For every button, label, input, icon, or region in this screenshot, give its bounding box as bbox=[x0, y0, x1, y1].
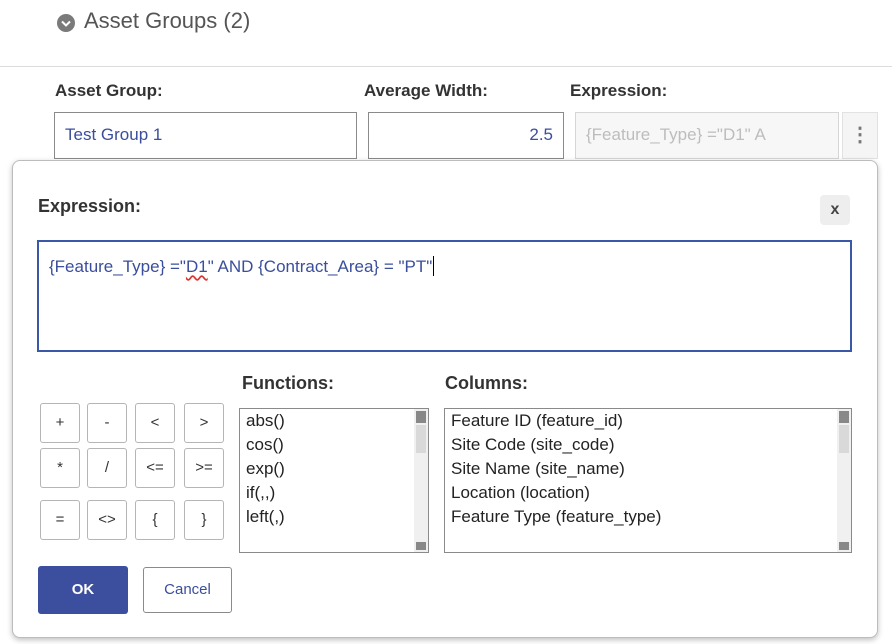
list-item[interactable]: Feature Type (feature_type) bbox=[445, 505, 851, 529]
operator-not-equal-button[interactable]: <> bbox=[87, 500, 127, 540]
average-width-input[interactable]: 2.5 bbox=[368, 112, 564, 159]
list-item[interactable]: exp() bbox=[240, 457, 428, 481]
asset-group-input[interactable]: Test Group 1 bbox=[54, 112, 357, 159]
operator-gte-button[interactable]: >= bbox=[184, 448, 224, 488]
expression-input[interactable]: {Feature_Type} ="D1" A bbox=[575, 112, 839, 159]
scroll-up-arrow[interactable] bbox=[839, 411, 849, 423]
expression-text-end: " AND {Contract_Area} = "PT" bbox=[207, 257, 433, 276]
operator-minus-button[interactable]: - bbox=[87, 403, 127, 443]
expression-dialog bbox=[12, 160, 878, 638]
list-item[interactable]: if(,,) bbox=[240, 481, 428, 505]
columns-label: Columns: bbox=[445, 373, 528, 393]
expression-label: Expression: bbox=[570, 81, 668, 100]
scroll-down-arrow[interactable] bbox=[839, 542, 849, 550]
operator-open-brace-button[interactable]: { bbox=[135, 500, 175, 540]
kebab-menu-icon[interactable]: ⋮ bbox=[842, 112, 878, 159]
list-item[interactable]: Site Code (site_code) bbox=[445, 433, 851, 457]
spellcheck-flagged-word: D1 bbox=[185, 257, 208, 276]
list-item[interactable]: left(,) bbox=[240, 505, 428, 529]
list-item[interactable]: cos() bbox=[240, 433, 428, 457]
average-width-label: Average Width: bbox=[364, 81, 488, 100]
operator-equals-button[interactable]: = bbox=[40, 500, 80, 540]
expression-textarea[interactable]: {Feature_Type} ="D1" AND {Contract_Area}… bbox=[37, 240, 852, 352]
columns-scrollbar[interactable] bbox=[837, 409, 851, 552]
chevron-down-circle-icon[interactable] bbox=[57, 14, 75, 32]
asset-group-label: Asset Group: bbox=[55, 81, 163, 100]
list-item[interactable]: Location (location) bbox=[445, 481, 851, 505]
operator-divide-button[interactable]: / bbox=[87, 448, 127, 488]
list-item[interactable]: abs() bbox=[240, 409, 428, 433]
functions-listbox[interactable]: abs() cos() exp() if(,,) left(,) bbox=[239, 408, 429, 553]
scroll-thumb[interactable] bbox=[416, 425, 426, 453]
section-title[interactable]: Asset Groups (2) bbox=[84, 6, 250, 36]
close-button[interactable]: x bbox=[820, 195, 850, 225]
list-item[interactable]: Site Name (site_name) bbox=[445, 457, 851, 481]
operator-less-button[interactable]: < bbox=[135, 403, 175, 443]
ok-button[interactable]: OK bbox=[38, 566, 128, 614]
list-item[interactable]: Feature ID (feature_id) bbox=[445, 409, 851, 433]
text-cursor bbox=[433, 256, 435, 276]
cancel-button[interactable]: Cancel bbox=[143, 567, 232, 613]
scroll-thumb[interactable] bbox=[839, 425, 849, 453]
dialog-title: Expression: bbox=[38, 196, 142, 216]
scroll-up-arrow[interactable] bbox=[416, 411, 426, 423]
expression-text-start: {Feature_Type} =" bbox=[49, 257, 186, 276]
operator-lte-button[interactable]: <= bbox=[135, 448, 175, 488]
operator-plus-button[interactable]: + bbox=[40, 403, 80, 443]
operator-greater-button[interactable]: > bbox=[184, 403, 224, 443]
functions-scrollbar[interactable] bbox=[414, 409, 428, 552]
operator-close-brace-button[interactable]: } bbox=[184, 500, 224, 540]
functions-label: Functions: bbox=[242, 373, 334, 393]
columns-listbox[interactable]: Feature ID (feature_id) Site Code (site_… bbox=[444, 408, 852, 553]
operator-multiply-button[interactable]: * bbox=[40, 448, 80, 488]
scroll-down-arrow[interactable] bbox=[416, 542, 426, 550]
divider bbox=[0, 66, 892, 67]
